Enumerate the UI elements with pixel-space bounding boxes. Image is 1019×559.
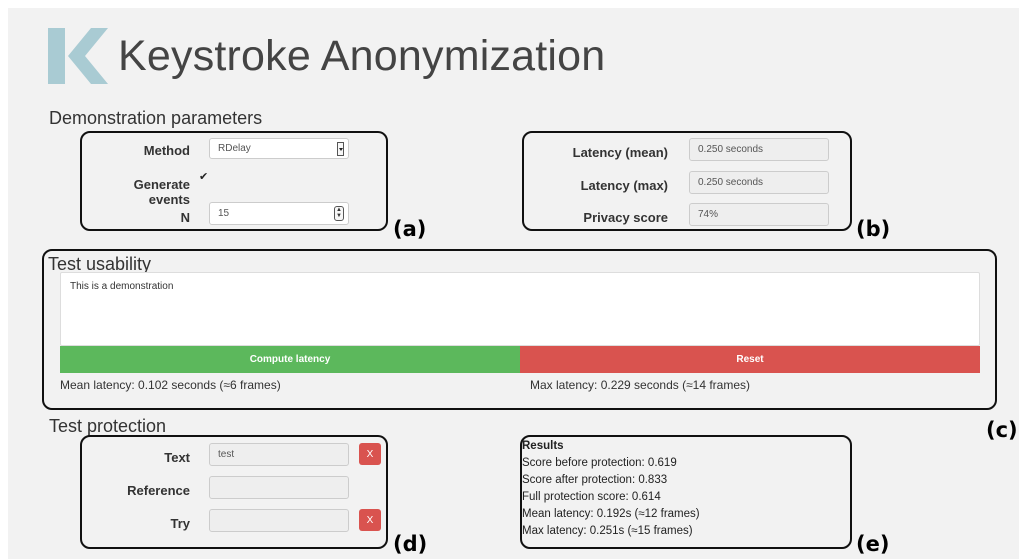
latency-mean-field: 0.250 seconds <box>689 138 829 161</box>
k-logo-icon <box>48 28 108 84</box>
latency-mean-value: 0.250 seconds <box>698 144 764 155</box>
latency-max-value: 0.250 seconds <box>698 177 764 188</box>
n-input[interactable]: 15 ▲ ▼ <box>209 202 349 225</box>
results-line: Full protection score: 0.614 <box>522 491 661 503</box>
method-label: Method <box>143 143 190 158</box>
latency-max-field: 0.250 seconds <box>689 171 829 194</box>
generate-events-label: Generate events <box>133 177 190 207</box>
results-line: Max latency: 0.251s (≈15 frames) <box>522 525 693 537</box>
text-value: test <box>218 449 235 460</box>
box-label-a: (a) <box>393 217 427 241</box>
section-title-protection: Test protection <box>49 416 167 436</box>
max-latency-text: Max latency: 0.229 seconds (≈14 frames) <box>530 378 751 392</box>
app-title: Keystroke Anonymization <box>118 31 606 80</box>
generate-events-checkbox[interactable]: ✔ <box>199 172 210 183</box>
chevron-down-icon[interactable] <box>337 142 344 156</box>
results-panel: Results Score before protection: 0.619 S… <box>522 438 700 540</box>
mean-latency-text: Mean latency: 0.102 seconds (≈6 frames) <box>60 378 281 392</box>
clear-text-button[interactable]: X <box>359 443 381 465</box>
compute-latency-button[interactable]: Compute latency <box>60 346 520 373</box>
app-header: Keystroke Anonymization <box>48 28 605 84</box>
text-input[interactable]: test <box>209 443 349 466</box>
privacy-score-label: Privacy score <box>583 210 668 225</box>
results-heading: Results <box>522 440 564 452</box>
n-label: N <box>180 210 190 225</box>
try-input[interactable] <box>209 509 349 532</box>
privacy-score-field: 74% <box>689 203 829 226</box>
n-value: 15 <box>218 208 230 219</box>
results-line: Mean latency: 0.192s (≈12 frames) <box>522 508 700 520</box>
privacy-score-value: 74% <box>698 209 719 220</box>
text-label: Text <box>164 450 190 465</box>
reference-label: Reference <box>127 483 190 498</box>
box-label-e: (e) <box>856 532 890 556</box>
box-label-b: (b) <box>856 217 891 241</box>
clear-try-button[interactable]: X <box>359 509 381 531</box>
box-label-c: (c) <box>986 418 1018 442</box>
section-title-parameters: Demonstration parameters <box>49 108 263 128</box>
results-line: Score before protection: 0.619 <box>522 457 677 469</box>
reference-input[interactable] <box>209 476 349 499</box>
reset-button[interactable]: Reset <box>520 346 980 373</box>
usability-textarea[interactable]: This is a demonstration <box>60 272 980 346</box>
results-line: Score after protection: 0.833 <box>522 474 668 486</box>
method-value: RDelay <box>218 143 251 154</box>
latency-mean-label: Latency (mean) <box>572 145 668 160</box>
stepper-icon[interactable]: ▲ ▼ <box>334 206 344 221</box>
latency-max-label: Latency (max) <box>580 178 668 193</box>
method-select[interactable]: RDelay <box>209 138 349 159</box>
try-label: Try <box>170 516 190 531</box>
box-label-d: (d) <box>393 532 428 556</box>
